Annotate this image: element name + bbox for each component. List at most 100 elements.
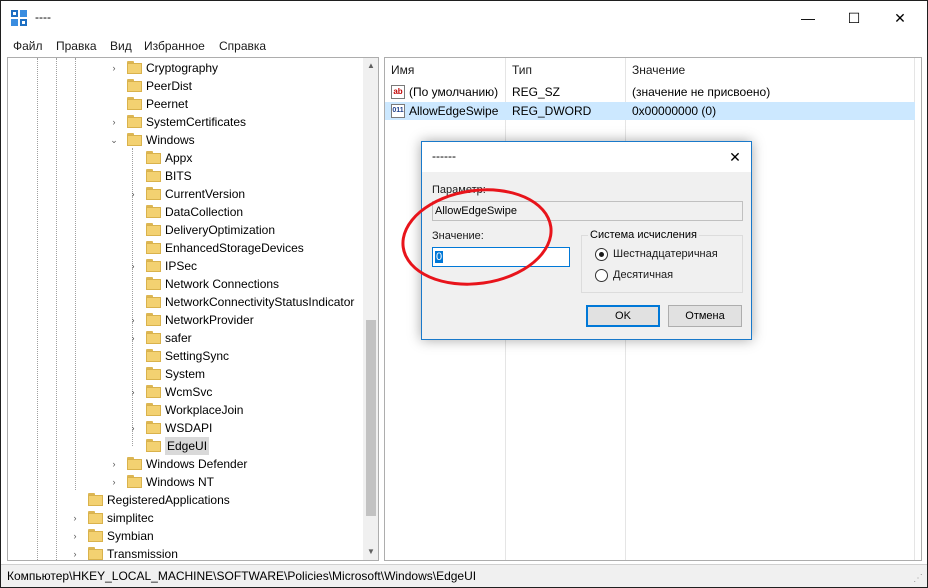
chevron-right-icon[interactable]: ›: [109, 473, 119, 491]
tree-item[interactable]: › Windows NT: [8, 473, 362, 491]
tree-item[interactable]: BITS: [8, 167, 362, 185]
minimize-button[interactable]: —: [785, 1, 831, 35]
dialog-title: ------: [432, 149, 456, 163]
tree-item-label: NetworkProvider: [165, 313, 254, 327]
close-button[interactable]: ✕: [877, 1, 923, 35]
value-row[interactable]: ab (По умолчанию) REG_SZ (значение не пр…: [385, 83, 915, 101]
tree-item-label: simplitec: [107, 511, 154, 525]
radio-selected-dot: [599, 252, 604, 257]
folder-icon: [146, 277, 161, 290]
title-bar[interactable]: ---- — ☐ ✕: [1, 1, 927, 35]
tree-item[interactable]: › SystemCertificates: [8, 113, 362, 131]
window-title: ----: [35, 10, 51, 24]
hex-radio[interactable]: [595, 248, 608, 261]
tree-item[interactable]: › Transmission: [8, 545, 362, 560]
string-value-icon: ab: [391, 85, 405, 99]
value-data: (значение не присвоено): [632, 85, 771, 99]
tree-item[interactable]: › CurrentVersion: [8, 185, 362, 203]
decimal-radio[interactable]: [595, 269, 608, 282]
value-row[interactable]: 011 AllowEdgeSwipe REG_DWORD 0x00000000 …: [385, 102, 915, 120]
tree-item-label: Symbian: [107, 529, 154, 543]
resize-grip-icon[interactable]: ⋰: [913, 573, 923, 584]
menu-help[interactable]: Справка: [219, 39, 266, 53]
tree-item[interactable]: › safer: [8, 329, 362, 347]
tree-item-label: Peernet: [146, 97, 189, 111]
tree-vertical-scrollbar[interactable]: ▲ ▼: [363, 58, 378, 560]
chevron-right-icon[interactable]: ›: [128, 383, 138, 401]
number-base-title: Система исчисления: [588, 229, 699, 241]
folder-icon: [127, 61, 142, 74]
tree-item-label: Network Connections: [165, 277, 280, 291]
decimal-radio-label[interactable]: Десятичная: [613, 269, 673, 281]
tree-item-label: Windows Defender: [146, 457, 248, 471]
chevron-right-icon[interactable]: ›: [70, 527, 80, 545]
maximize-button[interactable]: ☐: [831, 1, 877, 35]
chevron-right-icon[interactable]: ›: [128, 311, 138, 329]
chevron-right-icon[interactable]: ›: [128, 185, 138, 203]
tree-item[interactable]: SettingSync: [8, 347, 362, 365]
tree-item[interactable]: › WSDAPI: [8, 419, 362, 437]
column-header-name[interactable]: Имя: [385, 58, 505, 82]
registry-tree-pane[interactable]: › Cryptography PeerDist Peernet › SystemCerti…: [7, 57, 379, 561]
menu-favorites[interactable]: Избранное: [144, 39, 205, 53]
tree-item[interactable]: EnhancedStorageDevices: [8, 239, 362, 257]
tree-item[interactable]: RegisteredApplications: [8, 491, 362, 509]
tree-item[interactable]: DeliveryOptimization: [8, 221, 362, 239]
value-label: Значение:: [432, 230, 484, 242]
folder-icon: [146, 151, 161, 164]
tree-item[interactable]: › simplitec: [8, 509, 362, 527]
ok-button[interactable]: OK: [586, 305, 660, 327]
folder-icon: [146, 259, 161, 272]
tree-item[interactable]: › Cryptography: [8, 59, 362, 77]
dialog-close-button[interactable]: ✕: [725, 147, 745, 167]
scroll-up-arrow-icon[interactable]: ▲: [363, 58, 378, 74]
tree-item-label: BITS: [165, 169, 192, 183]
chevron-right-icon[interactable]: ›: [109, 455, 119, 473]
tree-item[interactable]: Network Connections: [8, 275, 362, 293]
menu-file[interactable]: Файл: [13, 39, 43, 53]
tree-item[interactable]: DataCollection: [8, 203, 362, 221]
chevron-right-icon[interactable]: ›: [70, 545, 80, 560]
chevron-down-icon[interactable]: ⌄: [109, 131, 119, 149]
folder-icon: [88, 493, 103, 506]
tree-item[interactable]: PeerDist: [8, 77, 362, 95]
number-base-group: [581, 235, 743, 293]
tree-item[interactable]: › WcmSvc: [8, 383, 362, 401]
tree-item-label: Appx: [165, 151, 193, 165]
tree-item-label: WorkplaceJoin: [165, 403, 244, 417]
folder-icon: [127, 457, 142, 470]
tree-item-label: DeliveryOptimization: [165, 223, 276, 237]
chevron-right-icon[interactable]: ›: [128, 257, 138, 275]
folder-icon: [127, 115, 142, 128]
menu-view[interactable]: Вид: [110, 39, 132, 53]
tree-item[interactable]: System: [8, 365, 362, 383]
column-header-value[interactable]: Значение: [626, 58, 916, 82]
scrollbar-thumb[interactable]: [366, 320, 376, 516]
dialog-title-bar[interactable]: ------ ✕: [422, 142, 751, 172]
scroll-down-arrow-icon[interactable]: ▼: [363, 544, 378, 560]
folder-icon: [88, 529, 103, 542]
tree-item[interactable]: EdgeUI: [8, 437, 362, 455]
tree-item[interactable]: › Windows Defender: [8, 455, 362, 473]
chevron-right-icon[interactable]: ›: [70, 509, 80, 527]
hex-radio-label[interactable]: Шестнадцатеричная: [613, 248, 718, 260]
column-header-type[interactable]: Тип: [506, 58, 625, 82]
cancel-button[interactable]: Отмена: [668, 305, 742, 327]
chevron-right-icon[interactable]: ›: [109, 59, 119, 77]
menu-edit[interactable]: Правка: [56, 39, 97, 53]
chevron-right-icon[interactable]: ›: [128, 419, 138, 437]
tree-item[interactable]: NetworkConnectivityStatusIndicator: [8, 293, 362, 311]
tree-item[interactable]: › IPSec: [8, 257, 362, 275]
tree-item[interactable]: ⌄ Windows: [8, 131, 362, 149]
tree-item[interactable]: › NetworkProvider: [8, 311, 362, 329]
value-input[interactable]: 0: [432, 247, 570, 267]
tree-item[interactable]: Appx: [8, 149, 362, 167]
folder-icon: [88, 511, 103, 524]
tree-item[interactable]: WorkplaceJoin: [8, 401, 362, 419]
tree-item[interactable]: Peernet: [8, 95, 362, 113]
tree-item-label: SettingSync: [165, 349, 230, 363]
tree-item[interactable]: › Symbian: [8, 527, 362, 545]
chevron-right-icon[interactable]: ›: [128, 329, 138, 347]
chevron-right-icon[interactable]: ›: [109, 113, 119, 131]
parameter-name-field: AllowEdgeSwipe: [432, 201, 743, 221]
